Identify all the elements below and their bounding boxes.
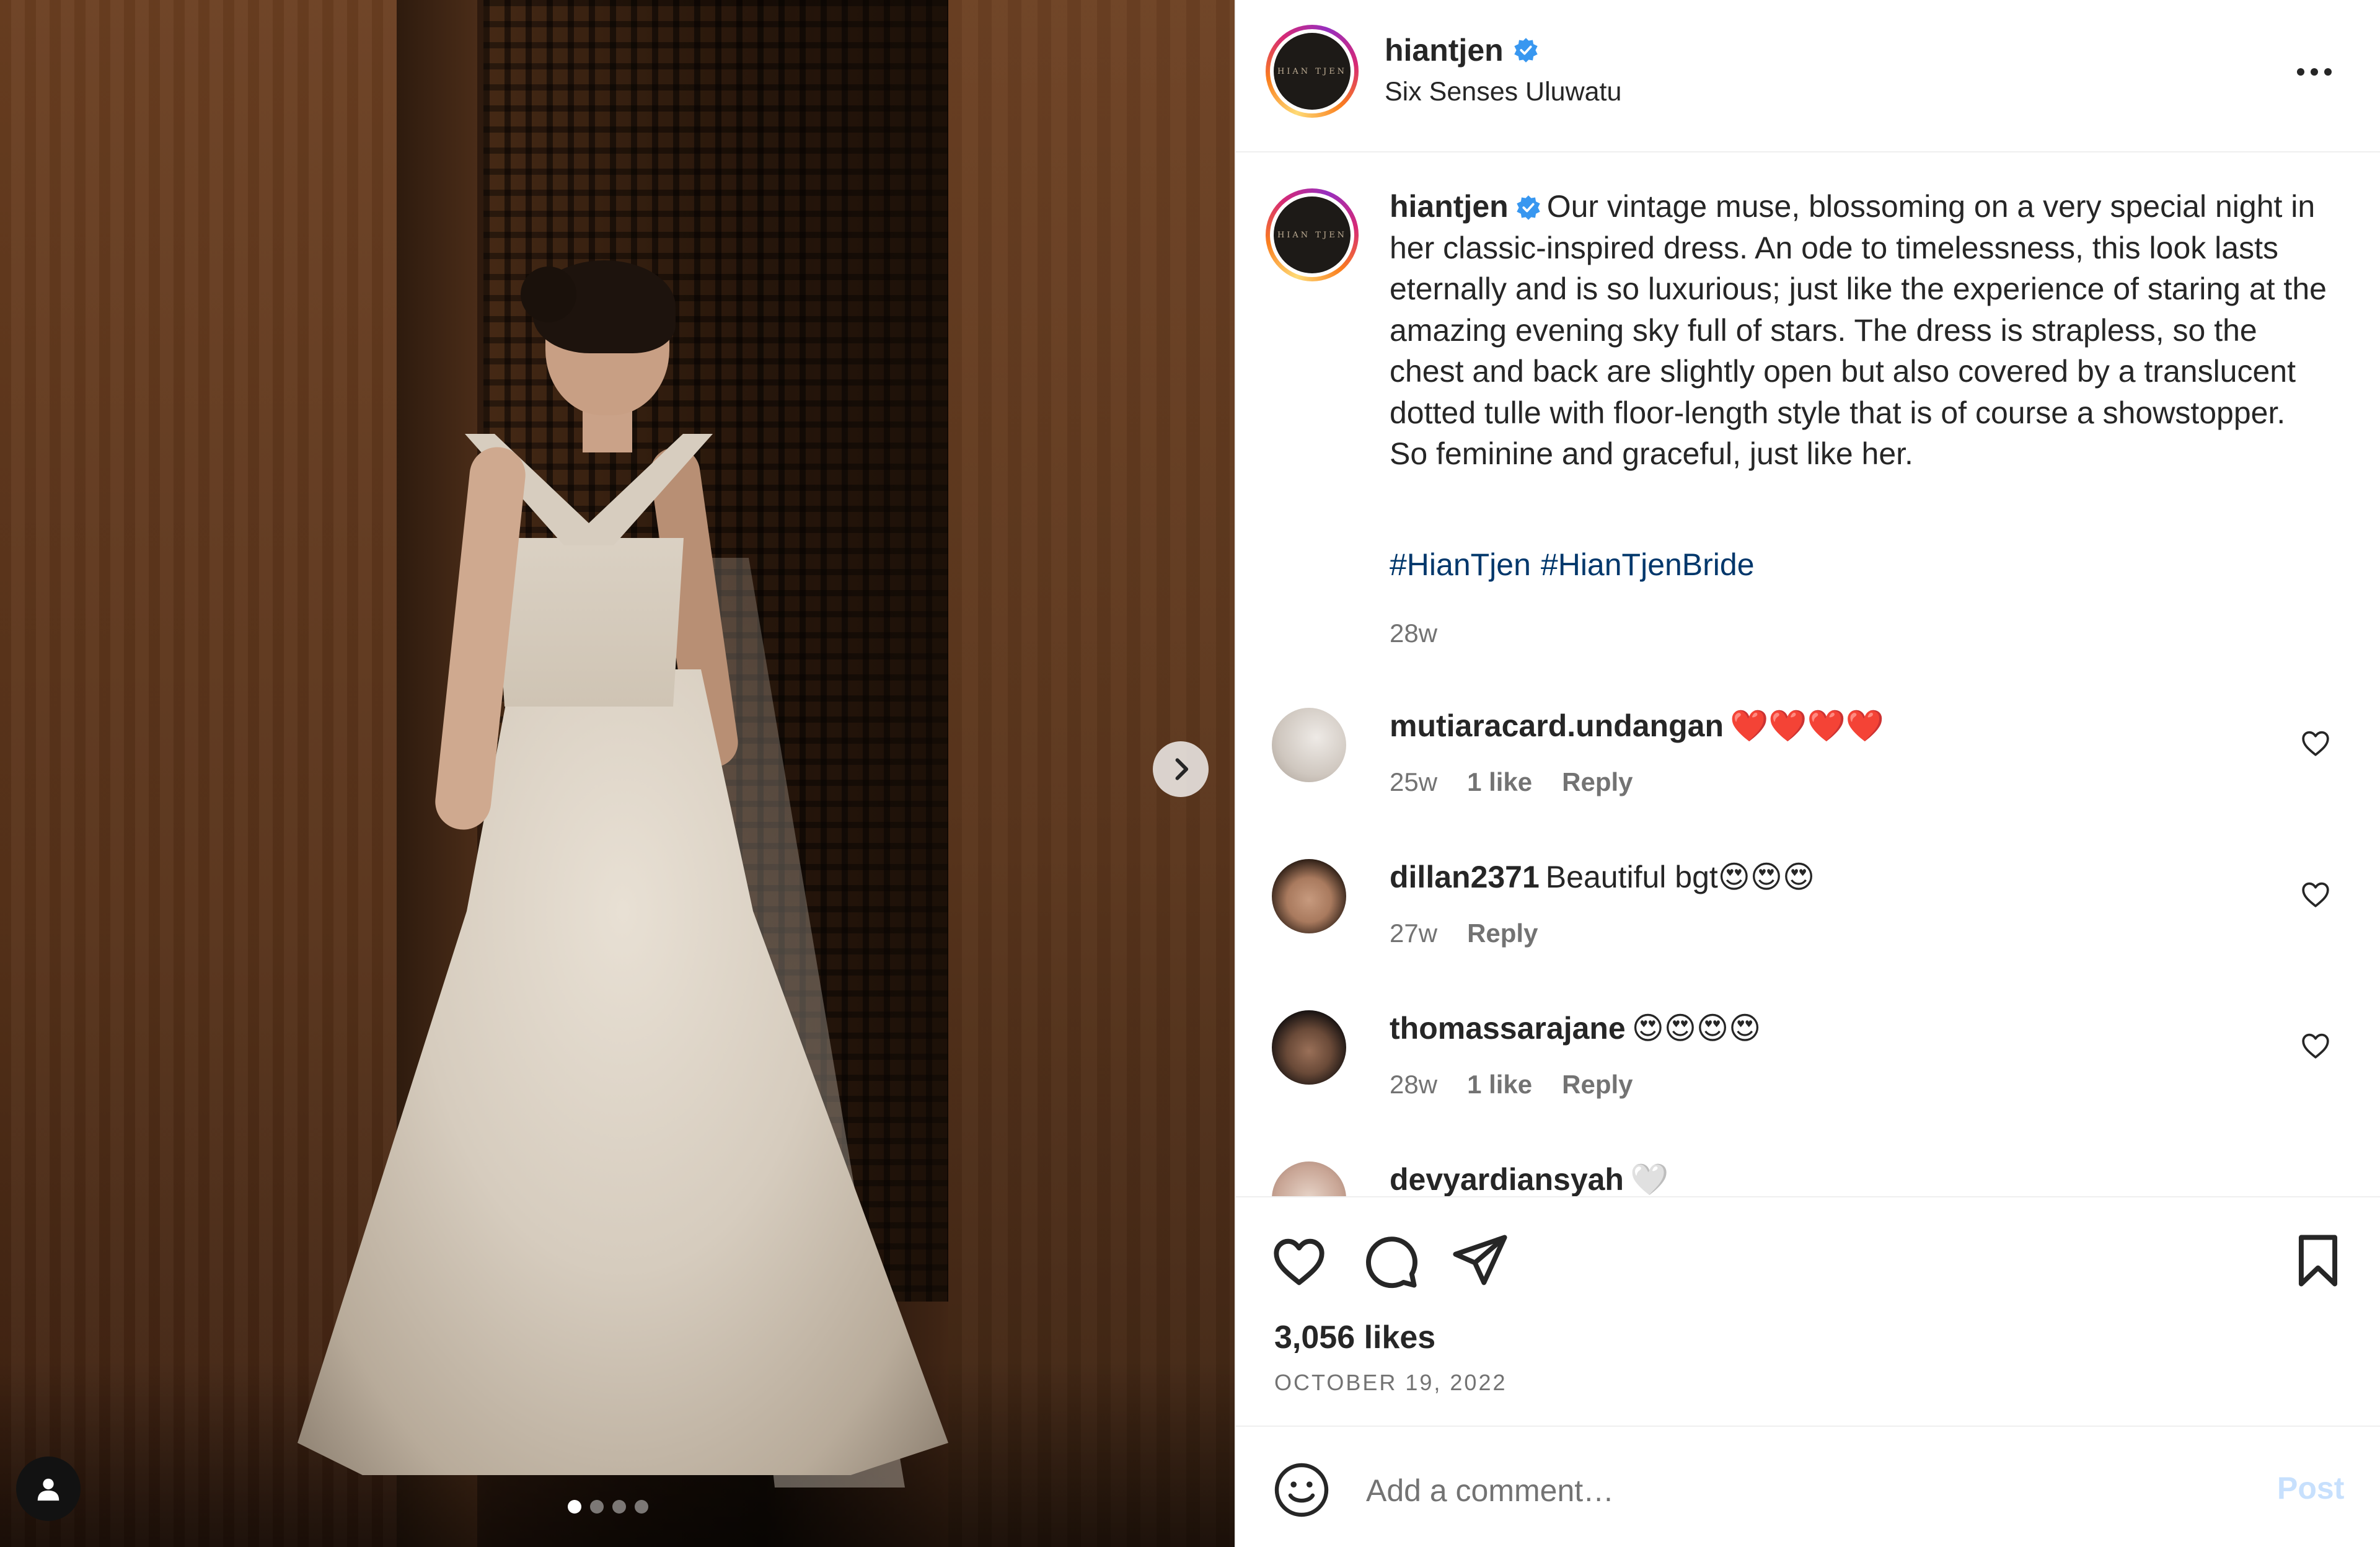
comment-item: thomassarajane 😍😍😍😍 28w 1 like Reply <box>1236 1010 2380 1147</box>
comment-like-count[interactable]: 1 like <box>1467 767 1532 797</box>
caption-hashtags: #HianTjen #HianTjenBride <box>1390 547 1765 583</box>
commenter-avatar[interactable] <box>1272 859 1346 933</box>
comment-age: 27w <box>1390 919 1438 948</box>
comment-input[interactable] <box>1366 1463 2197 1518</box>
comment-meta: 27w Reply <box>1390 919 1538 948</box>
comment-age: 28w <box>1390 1070 1438 1099</box>
comment-like-heart-icon[interactable] <box>2298 1028 2333 1062</box>
carousel-dot <box>612 1500 626 1514</box>
commenter-username[interactable]: mutiaracard.undangan <box>1390 708 1724 743</box>
carousel-dot <box>590 1500 604 1514</box>
comment-body: devyardiansyah 🤍 <box>1390 1161 1668 1196</box>
commenter-username[interactable]: dillan2371 <box>1390 860 1540 894</box>
author-username[interactable]: hiantjen <box>1385 32 1504 68</box>
comment-like-heart-icon[interactable] <box>2298 725 2333 760</box>
comment-text: 😍😍😍😍 <box>1631 1011 1761 1046</box>
avatar-logo: HIAN TJEN <box>1274 33 1351 110</box>
carousel-dot <box>568 1500 581 1514</box>
caption-age: 28w <box>1390 619 1438 648</box>
author-username-row[interactable]: hiantjen <box>1385 32 1540 68</box>
post-comment-button[interactable]: Post <box>2277 1470 2344 1506</box>
comment-body: dillan2371 Beautiful bgt😍😍😍 <box>1390 859 1815 895</box>
comment-meta: 28w 1 like Reply <box>1390 1070 1633 1100</box>
hashtag-link[interactable]: #HianTjen <box>1390 547 1531 582</box>
caption-text: Our vintage muse, blossoming on a very s… <box>1390 189 2327 471</box>
post-location[interactable]: Six Senses Uluwatu <box>1385 77 1621 107</box>
more-horizontal-icon <box>2297 68 2304 76</box>
caption-username[interactable]: hiantjen <box>1390 186 1509 227</box>
comment-like-count[interactable]: 1 like <box>1467 1070 1532 1100</box>
carousel-dot <box>635 1500 648 1514</box>
comment-composer: Post <box>1236 1426 2380 1547</box>
commenter-username[interactable]: thomassarajane <box>1390 1011 1626 1046</box>
paper-plane-icon[interactable] <box>1449 1230 1511 1292</box>
commenter-avatar[interactable] <box>1272 1161 1346 1196</box>
commenter-avatar[interactable] <box>1272 708 1346 782</box>
caption-username-row[interactable]: hiantjen <box>1390 186 1542 227</box>
reply-button[interactable]: Reply <box>1467 919 1538 948</box>
post-header: HIAN TJEN hiantjen Six Senses Uluwatu <box>1236 0 2380 152</box>
comment-item: devyardiansyah 🤍 <box>1236 1161 2380 1196</box>
comment-item: mutiaracard.undangan ❤️❤️❤️❤️ 25w 1 like … <box>1236 708 2380 844</box>
verified-badge-icon <box>1514 38 1538 63</box>
comment-age: 25w <box>1390 767 1438 796</box>
post-date: OCTOBER 19, 2022 <box>1274 1370 1507 1395</box>
hashtag-link[interactable]: #HianTjenBride <box>1541 547 1755 582</box>
caption-text-block: hiantjen Our vintage muse, blossoming on… <box>1390 186 2332 475</box>
comment-like-heart-icon[interactable] <box>2298 876 2333 911</box>
avatar-logo: HIAN TJEN <box>1274 196 1351 273</box>
caption-avatar[interactable]: HIAN TJEN <box>1266 188 1359 281</box>
comment-meta: 25w 1 like Reply <box>1390 767 1633 797</box>
reply-button[interactable]: Reply <box>1562 767 1633 797</box>
post-media[interactable] <box>0 0 1235 1547</box>
user-tags-button[interactable] <box>16 1457 81 1521</box>
user-tag-icon <box>37 1478 60 1501</box>
comments-list[interactable]: HIAN TJEN hiantjen Our vintage muse, blo… <box>1236 154 2380 1196</box>
comment-body: thomassarajane 😍😍😍😍 <box>1390 1010 1761 1046</box>
author-avatar[interactable]: HIAN TJEN <box>1266 25 1359 118</box>
heart-icon[interactable] <box>1268 1230 1330 1292</box>
carousel-next-button[interactable] <box>1153 741 1209 797</box>
commenter-username[interactable]: devyardiansyah <box>1390 1162 1624 1196</box>
commenter-avatar[interactable] <box>1272 1010 1346 1085</box>
reply-button[interactable]: Reply <box>1562 1070 1633 1100</box>
comment-text: Beautiful bgt😍😍😍 <box>1545 860 1815 894</box>
post-actions-bar: 3,056 likes OCTOBER 19, 2022 <box>1236 1196 2380 1426</box>
carousel-indicator <box>568 1500 648 1514</box>
comment-body: mutiaracard.undangan ❤️❤️❤️❤️ <box>1390 708 1884 744</box>
bride-photo <box>298 260 979 1488</box>
comment-text: 🤍 <box>1629 1162 1669 1196</box>
comment-text: ❤️❤️❤️❤️ <box>1730 708 1885 743</box>
bookmark-icon[interactable] <box>2287 1230 2349 1292</box>
verified-badge-icon <box>1516 195 1540 221</box>
post-details-panel: HIAN TJEN hiantjen Six Senses Uluwatu HI… <box>1235 0 2380 1547</box>
chevron-right-icon <box>1175 758 1189 780</box>
more-options-button[interactable] <box>2290 53 2339 90</box>
comment-item: dillan2371 Beautiful bgt😍😍😍 27w Reply <box>1236 859 2380 995</box>
comment-bubble-icon[interactable] <box>1359 1230 1421 1292</box>
likes-count[interactable]: 3,056 likes <box>1274 1319 1435 1356</box>
smile-icon[interactable] <box>1272 1460 1331 1520</box>
